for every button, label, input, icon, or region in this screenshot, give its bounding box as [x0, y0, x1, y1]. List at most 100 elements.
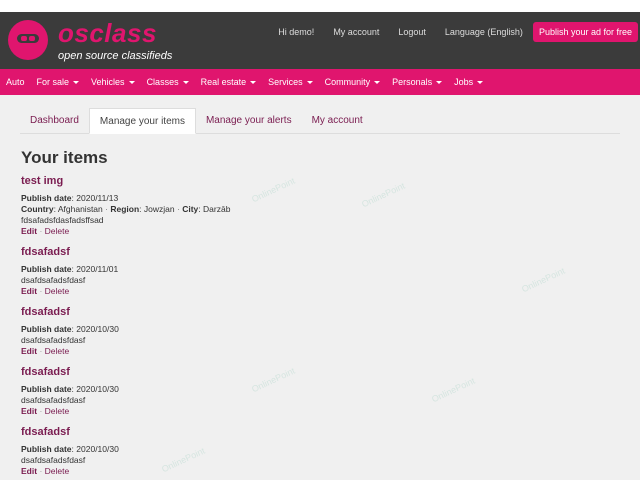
item-location: Country: Afghanistan · Region: Jowzjan ·… — [21, 204, 231, 214]
category-nav: Auto For sale Vehicles Classes Real esta… — [0, 69, 640, 95]
site-header: osclass open source classifieds Hi demo!… — [0, 12, 640, 69]
delete-link[interactable]: Delete — [45, 466, 70, 476]
separator: · — [39, 346, 43, 356]
publish-date-value: 2020/11/13 — [76, 193, 119, 203]
caret-down-icon — [477, 80, 484, 84]
category-label: Real estate — [200, 77, 247, 87]
logo-mascot-icon — [8, 20, 48, 60]
edit-link[interactable]: Edit — [21, 346, 37, 356]
item-description: dsafdsafadsfdasf — [21, 275, 86, 285]
page: osclass open source classifieds Hi demo!… — [0, 0, 640, 480]
caret-down-icon — [182, 80, 189, 84]
item-publish-date: Publish date: 2020/10/30 — [21, 324, 119, 334]
category-real-estate[interactable]: Real estate — [201, 77, 257, 87]
item-title-link[interactable]: fdsafadsf — [21, 426, 581, 438]
country-value: Afghanistan — [57, 204, 103, 214]
separator: · — [39, 406, 43, 416]
item-actions: Edit · Delete — [21, 466, 581, 477]
greeting-link[interactable]: Hi demo! — [278, 27, 314, 37]
publish-date-label: Publish date — [21, 264, 72, 274]
list-item: fdsafadsf Publish date: 2020/10/30 dsafd… — [21, 306, 581, 357]
edit-link[interactable]: Edit — [21, 466, 37, 476]
category-auto[interactable]: Auto — [6, 77, 25, 87]
caret-down-icon — [250, 80, 257, 84]
item-title-link[interactable]: fdsafadsf — [21, 246, 581, 258]
caret-down-icon — [374, 80, 381, 84]
tab-manage-items[interactable]: Manage your items — [88, 108, 196, 134]
item-actions: Edit · Delete — [21, 406, 581, 417]
country-label: Country — [21, 204, 54, 214]
category-community[interactable]: Community — [325, 77, 381, 87]
edit-link[interactable]: Edit — [21, 226, 37, 236]
category-label: Personals — [392, 77, 433, 87]
category-personals[interactable]: Personals — [392, 77, 443, 87]
publish-date-value: 2020/10/30 — [76, 444, 119, 454]
item-description: dsafdsafadsfdasf — [21, 455, 86, 465]
category-vehicles[interactable]: Vehicles — [91, 77, 135, 87]
category-label: Auto — [6, 77, 25, 87]
category-label: Classes — [146, 77, 179, 87]
separator: · — [105, 204, 108, 214]
tab-my-account[interactable]: My account — [302, 108, 373, 133]
category-jobs[interactable]: Jobs — [454, 77, 484, 87]
caret-down-icon — [306, 80, 313, 84]
publish-date-value: 2020/10/30 — [76, 324, 119, 334]
category-label: Vehicles — [91, 77, 125, 87]
tab-manage-alerts[interactable]: Manage your alerts — [196, 108, 302, 133]
page-title: Your items — [21, 148, 108, 167]
item-description: dsafdsafadsfdasf — [21, 395, 86, 405]
category-label: Jobs — [454, 77, 474, 87]
delete-link[interactable]: Delete — [45, 226, 70, 236]
site-logo[interactable]: osclass open source classifieds — [8, 18, 178, 64]
list-item: fdsafadsf Publish date: 2020/10/30 dsafd… — [21, 426, 581, 477]
separator: · — [39, 466, 43, 476]
tab-dashboard[interactable]: Dashboard — [20, 108, 89, 133]
city-value: Darzāb — [203, 204, 231, 214]
item-publish-date: Publish date: 2020/11/01 — [21, 264, 119, 274]
publish-date-value: 2020/10/30 — [76, 384, 119, 394]
category-label: Community — [324, 77, 371, 87]
item-description: dsafdsafadsfdasf — [21, 335, 86, 345]
list-item: test img Publish date: 2020/11/13 Countr… — [21, 175, 581, 237]
edit-link[interactable]: Edit — [21, 406, 37, 416]
item-actions: Edit · Delete — [21, 286, 581, 297]
separator: · — [39, 286, 43, 296]
separator: · — [177, 204, 180, 214]
logo-tagline: open source classifieds — [58, 50, 173, 62]
publish-date-label: Publish date — [21, 324, 72, 334]
list-item: fdsafadsf Publish date: 2020/10/30 dsafd… — [21, 366, 581, 417]
category-label: For sale — [36, 77, 70, 87]
region-label: Region — [110, 204, 140, 214]
language-link[interactable]: Language (English) — [445, 27, 523, 37]
delete-link[interactable]: Delete — [45, 406, 70, 416]
edit-link[interactable]: Edit — [21, 286, 37, 296]
publish-date-label: Publish date — [21, 384, 72, 394]
item-description: fdsafadsfdasfadsffsad — [21, 215, 104, 225]
item-title-link[interactable]: test img — [21, 175, 581, 187]
publish-date-value: 2020/11/01 — [76, 264, 119, 274]
category-for-sale[interactable]: For sale — [37, 77, 80, 87]
logout-link[interactable]: Logout — [398, 27, 426, 37]
delete-link[interactable]: Delete — [45, 286, 70, 296]
item-title-link[interactable]: fdsafadsf — [21, 366, 581, 378]
publish-date-label: Publish date — [21, 193, 72, 203]
my-account-link[interactable]: My account — [333, 27, 379, 37]
item-title-link[interactable]: fdsafadsf — [21, 306, 581, 318]
region-value: Jowzjan — [143, 204, 175, 214]
item-actions: Edit · Delete — [21, 226, 581, 237]
list-item: fdsafadsf Publish date: 2020/11/01 dsafd… — [21, 246, 581, 297]
logo-wordmark: osclass — [58, 18, 157, 48]
item-publish-date: Publish date: 2020/10/30 — [21, 384, 119, 394]
publish-ad-button[interactable]: Publish your ad for free — [532, 22, 638, 42]
item-publish-date: Publish date: 2020/11/13 — [21, 193, 119, 203]
city-label: City — [182, 204, 199, 214]
top-nav: Hi demo! My account Logout Language (Eng… — [259, 22, 640, 42]
caret-down-icon — [436, 80, 443, 84]
category-label: Services — [268, 77, 303, 87]
caret-down-icon — [128, 80, 135, 84]
category-services[interactable]: Services — [268, 77, 313, 87]
item-actions: Edit · Delete — [21, 346, 581, 357]
delete-link[interactable]: Delete — [45, 346, 70, 356]
category-classes[interactable]: Classes — [147, 77, 189, 87]
publish-date-label: Publish date — [21, 444, 72, 454]
